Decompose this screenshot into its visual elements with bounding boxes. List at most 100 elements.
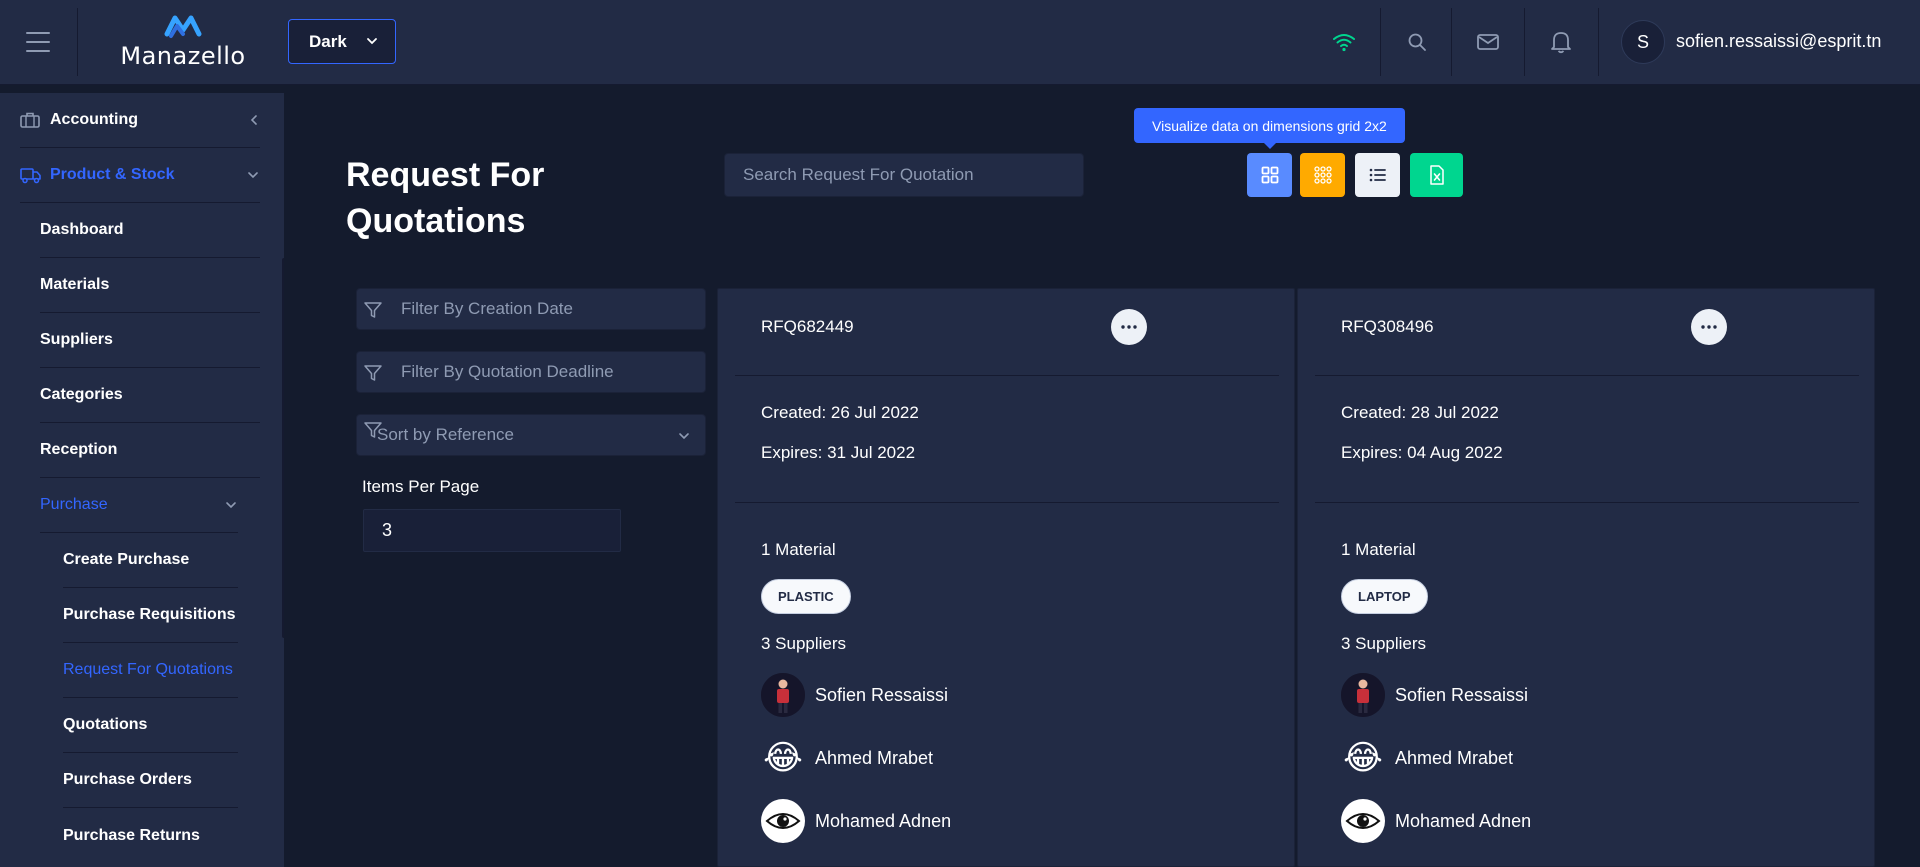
chevron-down-icon: [367, 38, 377, 45]
sidebar-item-label: Reception: [40, 441, 118, 458]
user-email[interactable]: sofien.ressaissi@esprit.tn: [1676, 31, 1881, 52]
sidebar-item-create-purchase[interactable]: Create Purchase: [63, 533, 238, 588]
avatar: [1341, 799, 1385, 843]
sidebar-scrollbar[interactable]: [282, 258, 284, 638]
logo-icon: [164, 15, 202, 38]
supplier-name: Mohamed Adnen: [815, 810, 952, 831]
header-divider: [1380, 8, 1381, 76]
search-icon[interactable]: [1403, 28, 1431, 56]
chevron-down-icon: [679, 433, 689, 440]
grid-3x3-view-button[interactable]: [1300, 153, 1345, 197]
supplier-name: Ahmed Mrabet: [815, 747, 934, 768]
items-per-page-input[interactable]: [363, 509, 621, 552]
rfq-card: RFQ308496 Created: 28 Jul 2022 Expires: …: [1297, 288, 1875, 867]
sidebar-item-label: Dashboard: [40, 221, 124, 238]
avatar: 😂: [763, 739, 803, 777]
supplier-item[interactable]: Sofien Ressaissi: [1341, 673, 1528, 717]
sidebar-item-request-for-quotations[interactable]: Request For Quotations: [63, 643, 238, 698]
sidebar-item-purchase-returns[interactable]: Purchase Returns: [63, 808, 238, 863]
supplier-name: Mohamed Adnen: [1395, 810, 1532, 831]
sidebar-item-categories[interactable]: Categories: [40, 368, 260, 423]
filter-quotation-deadline[interactable]: Filter By Quotation Deadline: [356, 351, 706, 393]
sidebar-item-label: Purchase Orders: [63, 771, 192, 788]
sidebar-item-quotations[interactable]: Quotations: [63, 698, 238, 753]
logo-text: Manazello: [120, 42, 246, 70]
mail-icon[interactable]: [1474, 28, 1502, 56]
sidebar-item-label: Purchase Requisitions: [63, 606, 236, 623]
supplier-item[interactable]: 😂 Ahmed Mrabet: [761, 736, 933, 780]
card-divider: [735, 502, 1279, 503]
sidebar-item-purchase-orders[interactable]: Purchase Orders: [63, 753, 238, 808]
suppliers-count: 3 Suppliers: [1341, 634, 1427, 653]
header-divider: [1598, 8, 1599, 76]
more-options-button[interactable]: [1111, 309, 1147, 345]
material-badge[interactable]: PLASTIC: [761, 579, 851, 614]
truck-icon: [20, 166, 42, 184]
search-input[interactable]: [724, 153, 1084, 197]
avatar: [761, 799, 805, 843]
briefcase-icon: [20, 111, 42, 129]
sidebar-item-accounting[interactable]: Accounting: [20, 93, 260, 148]
wifi-icon: [1330, 28, 1358, 56]
supplier-item[interactable]: Mohamed Adnen: [761, 799, 951, 843]
list-icon: [1369, 168, 1386, 182]
material-badge[interactable]: LAPTOP: [1341, 579, 1428, 614]
more-horizontal-icon: [1121, 325, 1137, 329]
supplier-item[interactable]: 😂 Ahmed Mrabet: [1341, 736, 1513, 780]
grid-2x2-icon: [1261, 166, 1278, 184]
supplier-item[interactable]: Sofien Ressaissi: [761, 673, 948, 717]
header-divider: [1451, 8, 1452, 76]
sidebar-item-purchase-requisitions[interactable]: Purchase Requisitions: [63, 588, 238, 643]
sidebar-item-reception[interactable]: Reception: [40, 423, 260, 478]
supplier-item[interactable]: Mohamed Adnen: [1341, 799, 1531, 843]
rfq-reference: RFQ308496: [1341, 317, 1434, 336]
user-avatar[interactable]: S: [1621, 20, 1665, 64]
export-excel-button[interactable]: [1410, 153, 1463, 197]
expires-date: Expires: 04 Aug 2022: [1341, 443, 1503, 462]
sidebar-item-label: Request For Quotations: [63, 661, 233, 678]
app-logo[interactable]: Manazello: [118, 12, 248, 72]
avatar: 😂: [1343, 739, 1383, 777]
rfq-reference: RFQ682449: [761, 317, 854, 336]
top-header: Manazello Dark S sofien.ressaissi@esprit…: [0, 0, 1920, 85]
card-divider: [1315, 502, 1859, 503]
chevron-down-icon: [226, 502, 236, 509]
more-options-button[interactable]: [1691, 309, 1727, 345]
items-per-page-label: Items Per Page: [362, 477, 480, 496]
sidebar-item-product-stock[interactable]: Product & Stock: [20, 148, 260, 203]
suppliers-count: 3 Suppliers: [761, 634, 847, 653]
menu-toggle-icon[interactable]: [26, 32, 50, 52]
sidebar-item-materials[interactable]: Materials: [40, 258, 260, 313]
header-divider: [77, 8, 78, 76]
tooltip-text: Visualize data on dimensions grid 2x2: [1152, 117, 1387, 134]
funnel-icon: [364, 365, 382, 381]
sidebar-item-label: Suppliers: [40, 331, 113, 348]
card-divider: [735, 375, 1279, 376]
sidebar-item-label: Purchase: [40, 496, 108, 513]
filter-creation-date[interactable]: Filter By Creation Date: [356, 288, 706, 330]
sort-select-value: Sort by Reference: [377, 425, 515, 444]
bell-icon[interactable]: [1547, 28, 1575, 56]
list-view-button[interactable]: [1355, 153, 1400, 197]
funnel-icon: [364, 302, 382, 318]
sidebar-item-purchase[interactable]: Purchase: [40, 478, 238, 533]
created-date: Created: 28 Jul 2022: [1341, 403, 1499, 422]
sidebar-item-label: Accounting: [50, 111, 138, 128]
materials-count: 1 Material: [1341, 540, 1416, 559]
chevron-left-icon: [250, 115, 257, 125]
sort-select[interactable]: Sort by Reference: [356, 414, 706, 456]
sidebar: Accounting Product & Stock Dashboard Mat…: [0, 93, 284, 867]
sidebar-item-dashboard[interactable]: Dashboard: [40, 203, 260, 258]
filter-creation-date-placeholder: Filter By Creation Date: [401, 299, 573, 318]
theme-select[interactable]: Dark: [288, 19, 396, 64]
sidebar-item-label: Materials: [40, 276, 110, 293]
expires-date: Expires: 31 Jul 2022: [761, 443, 916, 462]
sidebar-item-suppliers[interactable]: Suppliers: [40, 313, 260, 368]
sidebar-item-label: Quotations: [63, 716, 148, 733]
supplier-name: Sofien Ressaissi: [1395, 684, 1529, 705]
grid-2x2-view-button[interactable]: [1247, 153, 1292, 197]
page-title: Request For Quotations: [346, 156, 545, 240]
created-date: Created: 26 Jul 2022: [761, 403, 919, 422]
theme-select-value: Dark: [309, 31, 347, 51]
excel-file-icon: [1429, 165, 1444, 185]
